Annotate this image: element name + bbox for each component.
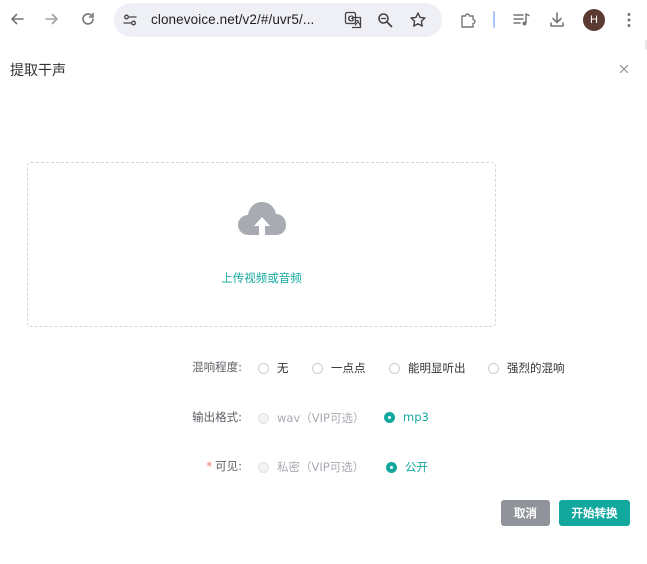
arrow-left-icon	[11, 13, 24, 25]
address-bar[interactable]: clonevoice.net/v2/#/uvr5/... G	[114, 3, 442, 37]
start-conversion-button[interactable]: 开始转换	[559, 500, 630, 526]
radio-circle-checked[interactable]	[386, 461, 397, 473]
radio-label: wav（VIP可选）	[277, 411, 365, 425]
media-queue-icon[interactable]	[512, 11, 530, 29]
reverb-option-little[interactable]: 一点点	[312, 360, 366, 376]
radio-label: 公开	[405, 460, 428, 474]
url-text[interactable]: clonevoice.net/v2/#/uvr5/...	[151, 12, 314, 27]
zoom-icon[interactable]	[377, 12, 393, 28]
browser-toolbar: clonevoice.net/v2/#/uvr5/... G H	[0, 0, 647, 40]
format-label: 输出格式:	[192, 410, 242, 424]
radio-label: 能明显听出	[408, 361, 466, 375]
radio-circle	[258, 461, 269, 473]
visibility-row: * 可见: 私密（VIP可选） 公开	[0, 456, 647, 476]
radio-circle[interactable]	[312, 362, 323, 374]
radio-label: 无	[277, 361, 289, 375]
close-button[interactable]	[616, 61, 632, 77]
back-button[interactable]	[6, 8, 28, 30]
format-row: 输出格式: wav（VIP可选） mp3	[0, 407, 647, 427]
translate-icon[interactable]: G	[344, 11, 362, 29]
arrow-right-icon	[45, 13, 58, 25]
visibility-label: * 可见:	[206, 458, 242, 474]
cancel-button[interactable]: 取消	[501, 500, 550, 526]
close-icon	[619, 64, 629, 74]
more-menu-icon[interactable]	[620, 11, 638, 29]
forward-button[interactable]	[41, 8, 63, 30]
upload-text[interactable]: 上传视频或音频	[28, 270, 495, 286]
radio-label: mp3	[403, 410, 429, 424]
toolbar-divider	[493, 11, 495, 28]
extensions-icon[interactable]	[459, 11, 477, 29]
radio-circle[interactable]	[389, 362, 400, 374]
reverb-label: 混响程度:	[192, 360, 242, 374]
radio-label: 私密（VIP可选）	[277, 460, 365, 474]
dialog-title: 提取干声	[10, 63, 66, 79]
extract-vocals-dialog: 提取干声 上传视频或音频 混响程度: 无 一点点 能明显听出 强烈的混响 输出格…	[0, 50, 647, 564]
reverb-row: 混响程度: 无 一点点 能明显听出 强烈的混响	[0, 357, 647, 377]
reload-button[interactable]	[77, 8, 99, 30]
radio-circle	[258, 412, 269, 424]
download-icon[interactable]	[548, 11, 566, 29]
reload-icon	[82, 12, 94, 25]
profile-avatar[interactable]: H	[583, 9, 605, 31]
visibility-label-text: 可见:	[215, 459, 242, 473]
cloud-upload-icon	[238, 202, 286, 239]
radio-label: 强烈的混响	[507, 361, 565, 375]
svg-text:G: G	[348, 15, 355, 24]
visibility-option-public[interactable]: 公开	[386, 459, 428, 475]
site-settings-icon[interactable]	[122, 12, 138, 28]
radio-circle[interactable]	[488, 362, 499, 374]
reverb-option-noticeable[interactable]: 能明显听出	[389, 360, 466, 376]
reverb-option-strong[interactable]: 强烈的混响	[488, 360, 565, 376]
upload-dropzone[interactable]: 上传视频或音频	[27, 162, 496, 327]
format-option-wav: wav（VIP可选）	[258, 410, 364, 426]
radio-circle[interactable]	[258, 362, 269, 374]
radio-label: 一点点	[331, 361, 366, 375]
reverb-option-none[interactable]: 无	[258, 360, 289, 376]
visibility-option-private: 私密（VIP可选）	[258, 459, 364, 475]
required-mark: *	[206, 459, 213, 473]
radio-circle-checked[interactable]	[384, 411, 395, 423]
bookmark-star-icon[interactable]	[409, 11, 427, 29]
format-option-mp3[interactable]: mp3	[384, 410, 429, 424]
